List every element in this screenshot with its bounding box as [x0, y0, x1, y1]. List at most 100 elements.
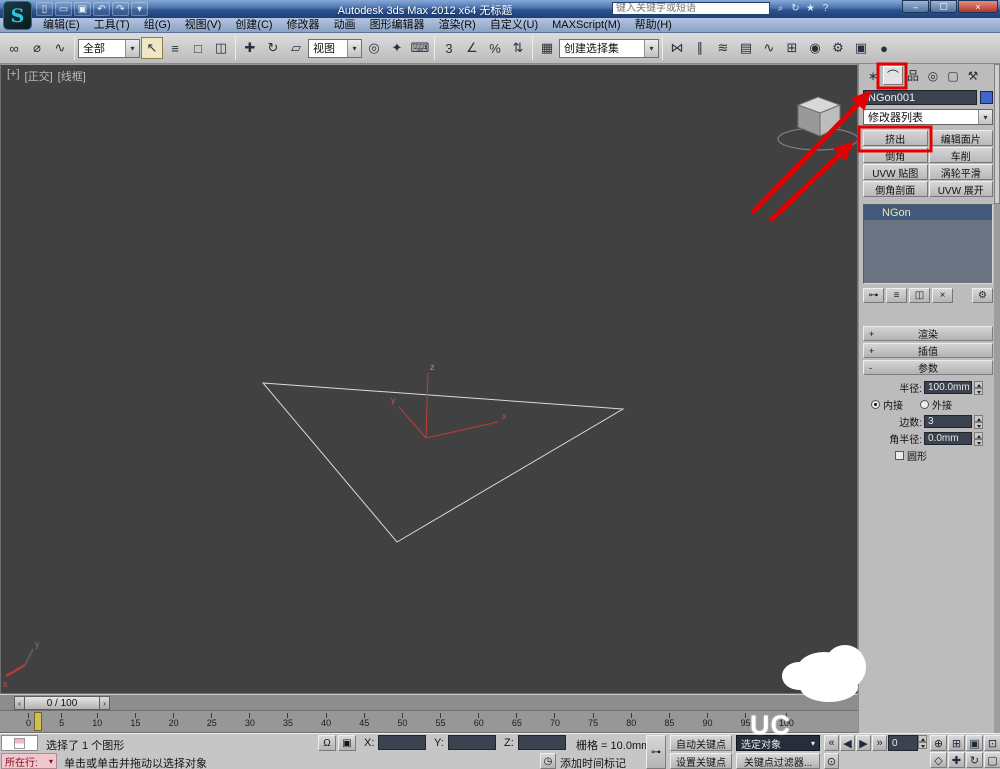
radius-spinner[interactable] [974, 380, 983, 395]
modifier-button[interactable]: 编辑面片 [928, 130, 993, 146]
select-and-link-icon[interactable]: ∞ [3, 37, 25, 59]
key-mode-toggle-icon[interactable]: ⊙ [824, 753, 839, 769]
x-coordinate-field[interactable] [378, 735, 426, 750]
sides-spinner[interactable] [974, 414, 983, 429]
view-cube[interactable] [777, 96, 857, 151]
show-end-result-icon[interactable]: ≡ [886, 288, 907, 303]
tab-modify[interactable]: ⌒ [883, 66, 903, 85]
viewport-menu-plus[interactable]: [+] [7, 68, 20, 84]
sides-field[interactable]: 3 [924, 415, 972, 428]
set-key-button[interactable]: 设置关键点 [670, 753, 732, 769]
scrollbar-thumb[interactable] [994, 64, 1000, 204]
field-of-view-icon[interactable]: ◇ [930, 752, 947, 768]
save-file-icon[interactable]: ▣ [74, 2, 91, 16]
tab-motion[interactable]: ◎ [923, 66, 943, 85]
new-file-icon[interactable]: ▯ [36, 2, 53, 16]
ngon-shape-wireframe[interactable] [261, 382, 625, 543]
spinner-snap-icon[interactable]: ⇅ [507, 37, 529, 59]
use-pivot-point-center-icon[interactable]: ◎ [363, 37, 385, 59]
maximize-viewport-icon[interactable]: ▢ [984, 752, 1000, 768]
time-slider-label[interactable]: 0 / 100 [25, 696, 99, 710]
inscribed-radio[interactable] [871, 400, 880, 409]
percent-snap-icon[interactable]: % [484, 37, 506, 59]
infocenter-search-input[interactable] [612, 2, 770, 15]
play-icon[interactable]: ▶ [856, 735, 871, 751]
snaps-toggle-icon[interactable]: 3 [438, 37, 460, 59]
minimize-button[interactable]: – [902, 0, 929, 13]
menu-item[interactable]: MAXScript(M) [545, 18, 627, 33]
maxscript-listener-line[interactable]: 所在行: ▾ [1, 753, 57, 769]
current-frame-field[interactable]: 0 [888, 735, 918, 751]
chevron-down-icon[interactable]: ▾ [644, 39, 658, 57]
keyboard-shortcut-override-icon[interactable]: ⌨ [409, 37, 431, 59]
chevron-down-icon[interactable]: ▾ [347, 39, 361, 57]
modifier-list-dropdown[interactable]: 修改器列表 ▾ [863, 109, 993, 125]
next-frame-cap[interactable]: › [99, 696, 110, 710]
menu-item[interactable]: 图形编辑器 [363, 18, 432, 33]
modifier-button[interactable]: 倒角剖面 [863, 181, 928, 197]
select-object-icon[interactable]: ↖ [141, 37, 163, 59]
select-by-name-icon[interactable]: ≡ [164, 37, 186, 59]
layer-manager-icon[interactable]: ≋ [712, 37, 734, 59]
remove-modifier-icon[interactable]: × [932, 288, 953, 303]
rollout-header[interactable]: - 参数 [863, 360, 993, 375]
chevron-down-icon[interactable]: ▾ [811, 739, 815, 748]
modifier-stack[interactable]: NGon [863, 204, 993, 284]
open-file-icon[interactable]: ▭ [55, 2, 72, 16]
frame-spinner[interactable] [918, 735, 927, 749]
object-color-swatch[interactable] [980, 91, 993, 104]
close-button[interactable]: × [958, 0, 998, 13]
quick-access-more-icon[interactable]: ▾ [131, 2, 148, 16]
selection-filter-dropdown[interactable]: 全部 ▾ [78, 38, 140, 58]
menu-item[interactable]: 组(G) [137, 18, 178, 33]
modifier-button[interactable]: 涡轮平滑 [928, 164, 993, 180]
key-filters-button[interactable]: 关键点过滤器... [736, 753, 820, 769]
reference-coordinate-dropdown[interactable]: 视图 ▾ [308, 38, 362, 58]
circular-checkbox[interactable] [895, 451, 904, 460]
orbit-icon[interactable]: ↻ [966, 752, 983, 768]
help-icon[interactable]: ? [818, 3, 833, 14]
absolute-mode-icon[interactable]: ▣ [338, 735, 356, 751]
modifier-button[interactable]: 挤出 [863, 130, 928, 146]
time-slider[interactable]: ‹ 0 / 100 › [14, 696, 110, 710]
application-menu-button[interactable]: S [3, 1, 32, 30]
render-setup-icon[interactable]: ⚙ [827, 37, 849, 59]
select-and-rotate-icon[interactable]: ↻ [262, 37, 284, 59]
viewport-shading-label[interactable]: [线框] [58, 68, 86, 84]
modifier-stack-item[interactable]: NGon [864, 205, 992, 220]
graphite-modeling-tools-icon[interactable]: ▤ [735, 37, 757, 59]
track-bar[interactable]: 0 5 10 15 20 25 30 35 40 45 50 55 60 65 70 75 80 85 90 95 10… [0, 711, 858, 733]
menu-item[interactable]: 编辑(E) [36, 18, 87, 33]
modifier-button[interactable]: UVW 贴图 [863, 164, 928, 180]
pan-icon[interactable]: ✚ [948, 752, 965, 768]
time-tag-clock-icon[interactable]: ◷ [540, 753, 556, 769]
chevron-down-icon[interactable]: ▾ [978, 110, 992, 124]
menu-item[interactable]: 创建(C) [228, 18, 279, 33]
zoom-icon[interactable]: ⊕ [930, 735, 947, 751]
set-key-big-icon[interactable]: ⊶ [646, 735, 666, 769]
go-to-start-icon[interactable]: « [824, 735, 839, 751]
zoom-all-icon[interactable]: ⊞ [948, 735, 965, 751]
corner-radius-spinner[interactable] [974, 431, 983, 446]
material-editor-icon[interactable]: ◉ [804, 37, 826, 59]
unlink-selection-icon[interactable]: ⌀ [26, 37, 48, 59]
current-frame-marker[interactable] [34, 712, 42, 731]
favorites-icon[interactable]: ★ [803, 3, 818, 14]
undo-icon[interactable]: ↶ [93, 2, 110, 16]
viewport[interactable]: [+] [正交] [线框] z y x x y [0, 64, 858, 694]
select-and-manipulate-icon[interactable]: ✦ [386, 37, 408, 59]
maxscript-mini-listener[interactable] [1, 735, 38, 751]
configure-modifier-sets-icon[interactable]: ⚙ [972, 288, 993, 303]
y-coordinate-field[interactable] [448, 735, 496, 750]
chevron-down-icon[interactable]: ▾ [125, 39, 139, 57]
modifier-button[interactable]: 倒角 [863, 147, 928, 163]
select-and-scale-icon[interactable]: ▱ [285, 37, 307, 59]
circumscribed-radio[interactable] [920, 400, 929, 409]
bind-to-space-warp-icon[interactable]: ∿ [49, 37, 71, 59]
select-and-move-icon[interactable]: ✚ [239, 37, 261, 59]
named-selection-sets-dropdown[interactable]: 创建选择集 ▾ [559, 38, 659, 58]
previous-frame-cap[interactable]: ‹ [14, 696, 25, 710]
menu-item[interactable]: 动画 [327, 18, 363, 33]
previous-frame-icon[interactable]: ◀ [840, 735, 855, 751]
rollout-header[interactable]: + 插值 [863, 343, 993, 358]
